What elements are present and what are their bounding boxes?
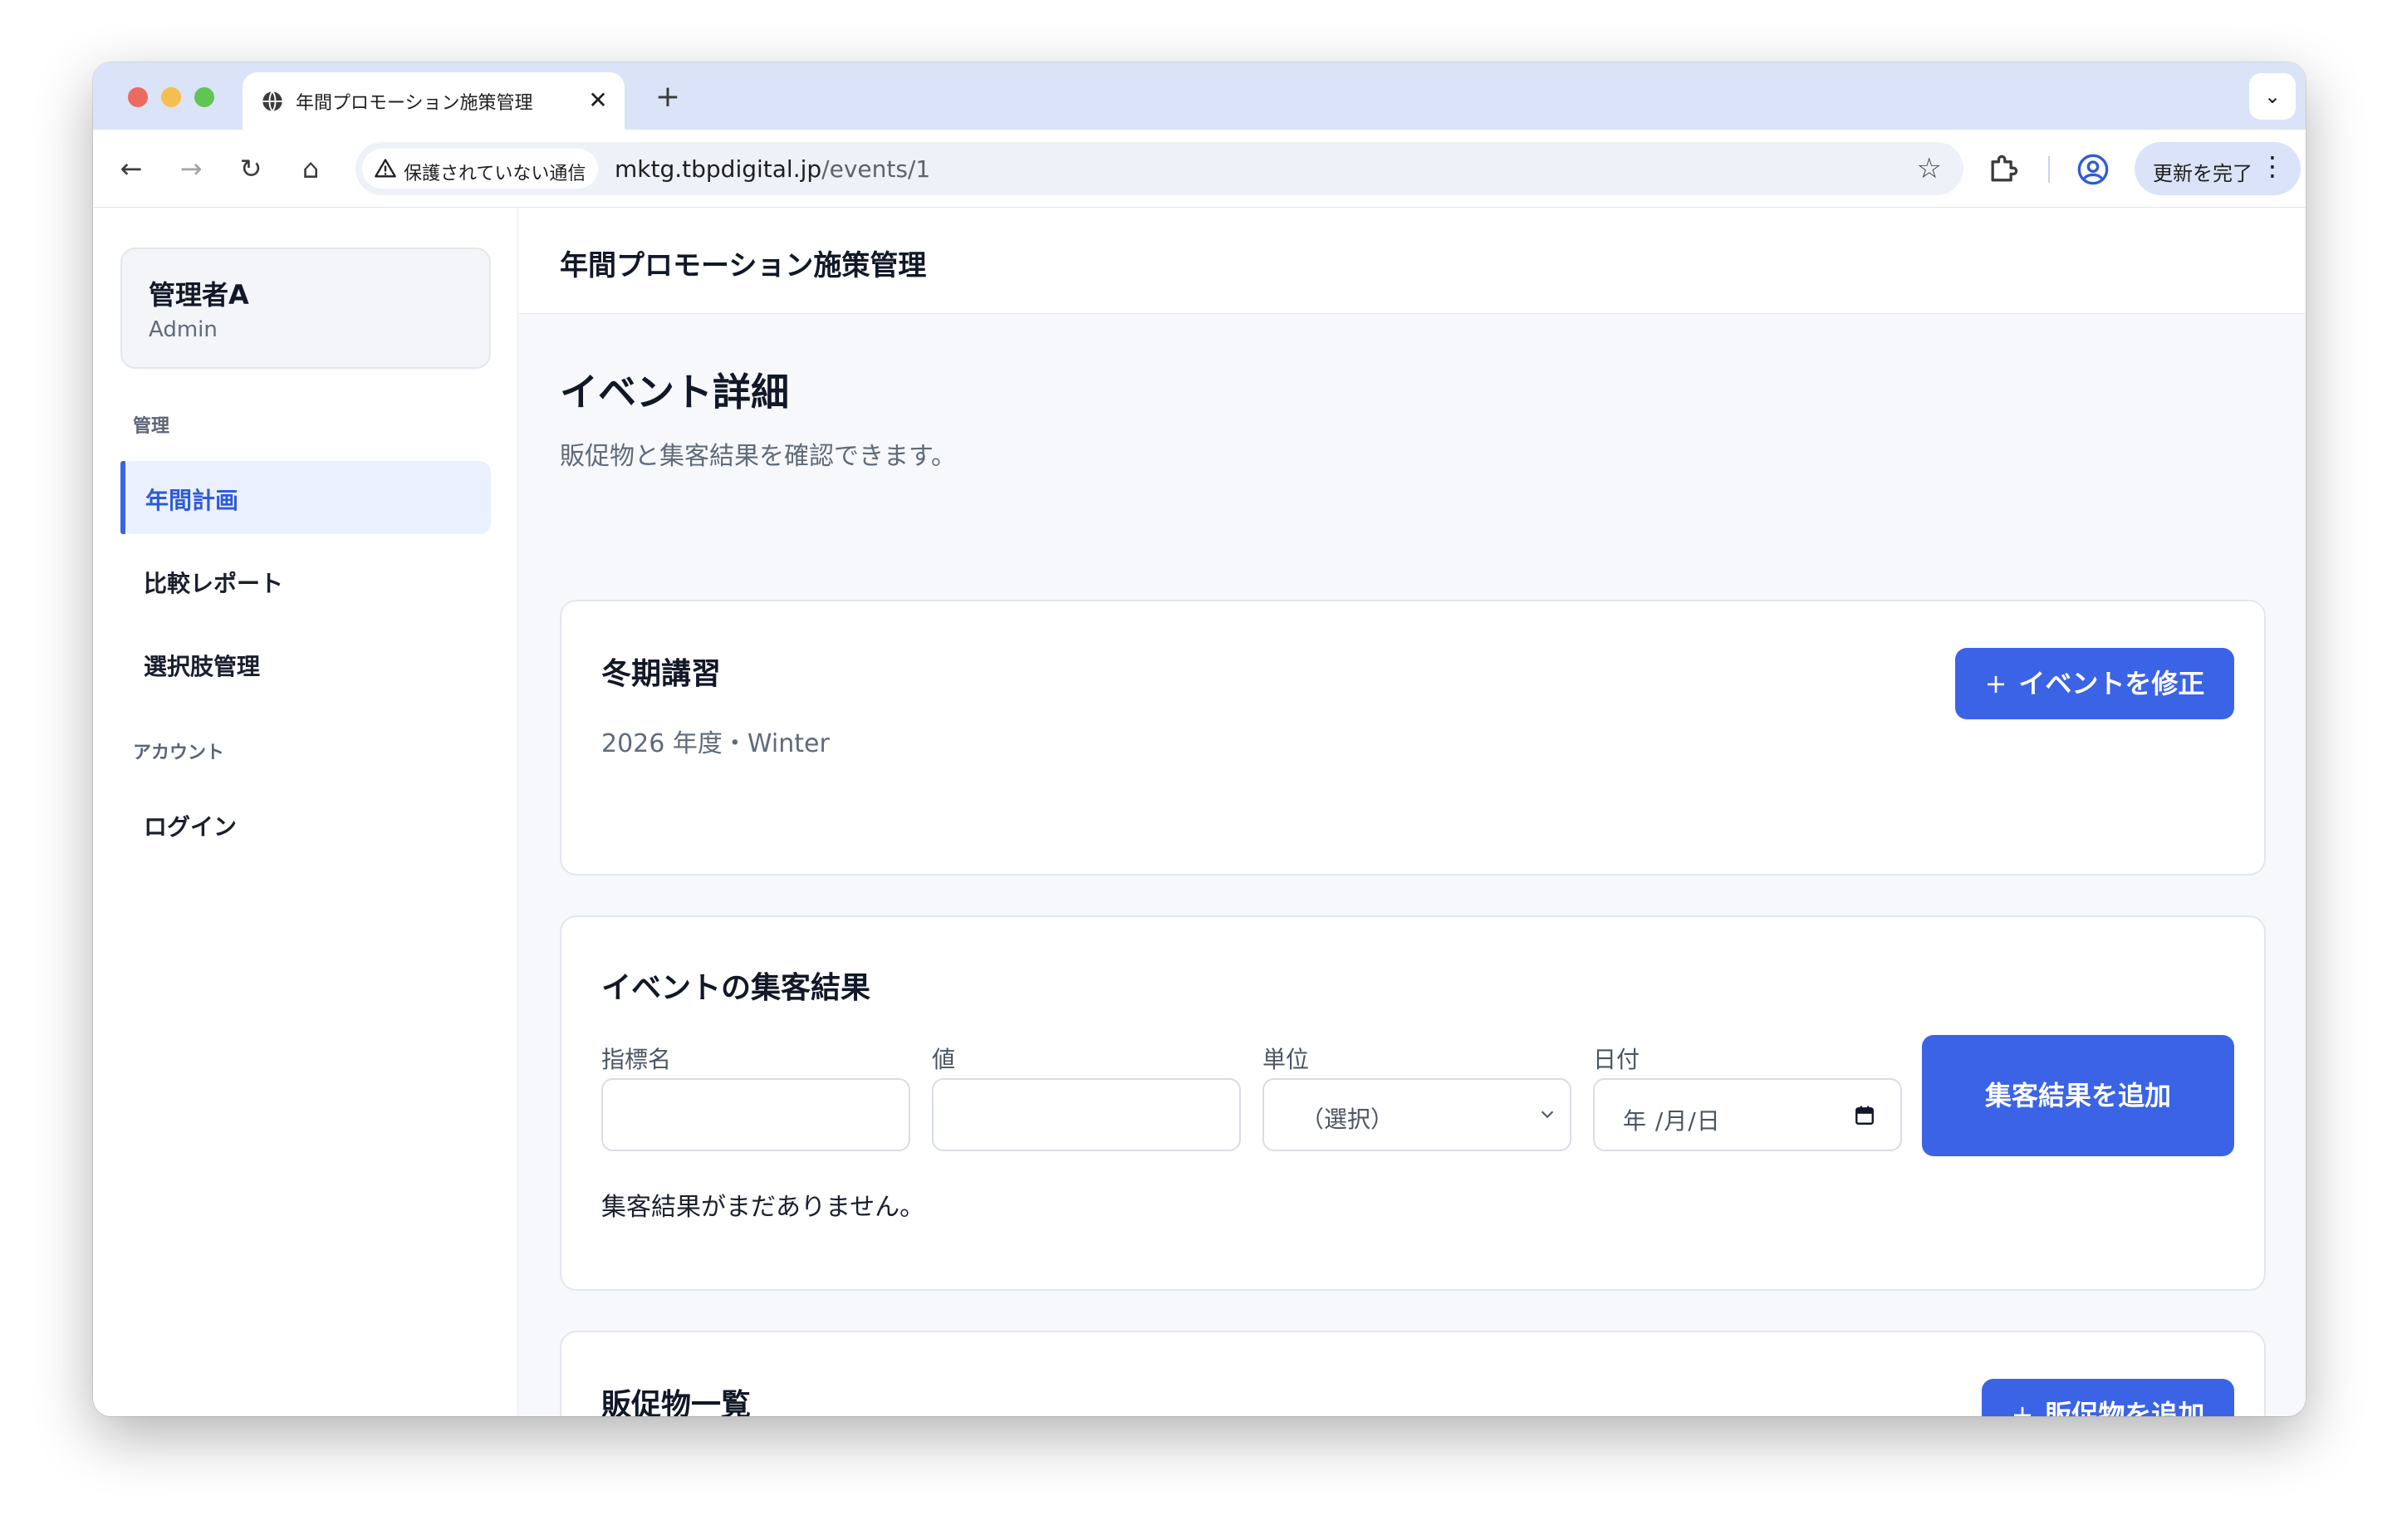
page-title: イベント詳細 (560, 370, 789, 414)
sidebar-item-label: ログイン (144, 813, 238, 841)
sidebar-item-label: 比較レポート (144, 570, 284, 597)
chevron-down-icon (1541, 1111, 1554, 1119)
tab-close-icon[interactable]: ✕ (581, 84, 615, 117)
promo-materials-card: 販促物一覧 + 販促物を追加 (560, 1331, 2266, 1416)
toolbar-separator (2048, 156, 2050, 183)
security-chip-label: 保護されていない通信 (404, 164, 586, 184)
maximize-window-button[interactable] (194, 87, 214, 107)
edit-event-button-label: イベントを修正 (2018, 668, 2205, 699)
browser-toolbar: ← → ↻ ⌂ 保護されていない通信 mktg.tbpdigital.jp/ev… (93, 130, 2306, 208)
update-button-label: 更新を完了 (2153, 162, 2252, 185)
sidebar-item-options[interactable]: 選択肢管理 (120, 627, 491, 700)
date-input[interactable]: 年 /月/日 (1593, 1078, 1902, 1151)
sidebar-section-account: アカウント (133, 743, 225, 763)
user-name: 管理者A (149, 279, 249, 311)
close-window-button[interactable] (128, 87, 148, 107)
sidebar-item-login[interactable]: ログイン (120, 787, 491, 861)
add-attendance-result-label: 集客結果を追加 (1984, 1080, 2171, 1111)
app-title: 年間プロモーション施策管理 (560, 249, 927, 282)
unit-select-value: （選択） (1301, 1106, 1395, 1133)
user-card: 管理者A Admin (120, 248, 491, 369)
sidebar-item-label: 年間計画 (145, 487, 239, 514)
user-role: Admin (149, 317, 218, 342)
add-material-button-label: 販促物を追加 (2045, 1399, 2205, 1416)
app-header: 年間プロモーション施策管理 (518, 208, 2306, 314)
unit-label: 単位 (1262, 1046, 1310, 1073)
materials-title: 販促物一覧 (601, 1388, 752, 1416)
bookmark-star-icon[interactable]: ☆ (1917, 152, 1942, 185)
app-viewport: 管理者A Admin 管理 年間計画 比較レポート 選択肢管理 アカウント ログ… (93, 208, 2306, 1416)
metric-name-label: 指標名 (601, 1046, 672, 1073)
add-material-button[interactable]: + 販促物を追加 (1982, 1379, 2234, 1416)
profile-avatar-icon[interactable] (2076, 153, 2110, 186)
extensions-puzzle-icon[interactable] (1985, 151, 2022, 188)
globe-icon (262, 91, 282, 112)
sidebar-section-manage: 管理 (133, 416, 170, 437)
sidebar-item-comparison-report[interactable]: 比較レポート (120, 544, 491, 617)
browser-window: 年間プロモーション施策管理 ✕ + ⌄ ← → ↻ ⌂ 保護されていない通信 m… (93, 62, 2306, 1416)
url-text[interactable]: mktg.tbpdigital.jp/events/1 (615, 155, 930, 183)
url-path: /events/1 (821, 155, 931, 183)
value-label: 値 (932, 1046, 956, 1073)
results-title: イベントの集客結果 (601, 971, 871, 1005)
url-host: mktg.tbpdigital.jp (615, 155, 822, 183)
home-icon[interactable]: ⌂ (290, 148, 331, 189)
event-summary-card: 冬期講習 2026 年度・Winter + イベントを修正 (560, 600, 2266, 875)
date-label: 日付 (1593, 1046, 1640, 1073)
unit-select[interactable]: （選択） (1262, 1078, 1571, 1151)
page-subtitle: 販促物と集客結果を確認できます。 (560, 442, 956, 471)
event-name: 冬期講習 (601, 657, 722, 691)
update-button[interactable]: 更新を完了 ⋮ (2135, 142, 2301, 195)
warning-triangle-icon (375, 159, 396, 178)
event-meta: 2026 年度・Winter (601, 729, 830, 758)
date-placeholder: 年 /月/日 (1623, 1107, 1721, 1135)
more-menu-icon[interactable]: ⋮ (2259, 150, 2286, 182)
sidebar-item-label: 選択肢管理 (144, 653, 261, 680)
tab-search-chevron-icon[interactable]: ⌄ (2249, 73, 2296, 120)
tab-title: 年間プロモーション施策管理 (296, 93, 533, 114)
new-tab-icon[interactable]: + (649, 79, 686, 115)
back-arrow-icon[interactable]: ← (110, 148, 152, 189)
security-chip[interactable]: 保護されていない通信 (362, 149, 598, 189)
tab-strip: 年間プロモーション施策管理 ✕ + ⌄ (93, 62, 2306, 130)
value-input[interactable] (932, 1078, 1241, 1151)
add-attendance-result-button[interactable]: 集客結果を追加 (1922, 1035, 2234, 1156)
edit-event-button[interactable]: + イベントを修正 (1955, 648, 2234, 719)
calendar-icon[interactable] (1854, 1105, 1875, 1126)
metric-name-input[interactable] (601, 1078, 910, 1151)
address-bar[interactable]: 保護されていない通信 mktg.tbpdigital.jp/events/1 ☆ (355, 142, 1963, 195)
plus-icon: + (2011, 1399, 2034, 1416)
reload-icon[interactable]: ↻ (230, 148, 272, 189)
minimize-window-button[interactable] (161, 87, 181, 107)
sidebar: 管理者A Admin 管理 年間計画 比較レポート 選択肢管理 アカウント ログ… (93, 208, 518, 1416)
plus-icon: + (1984, 668, 2007, 699)
results-empty-message: 集客結果がまだありません。 (601, 1193, 925, 1222)
forward-arrow-icon[interactable]: → (170, 148, 212, 189)
attendance-results-card: イベントの集客結果 指標名 値 単位 （選択） 日付 年 /月/日 集客結果を追… (560, 915, 2266, 1291)
browser-tab-active[interactable]: 年間プロモーション施策管理 ✕ (243, 72, 625, 130)
sidebar-item-annual-plan[interactable]: 年間計画 (120, 461, 491, 534)
